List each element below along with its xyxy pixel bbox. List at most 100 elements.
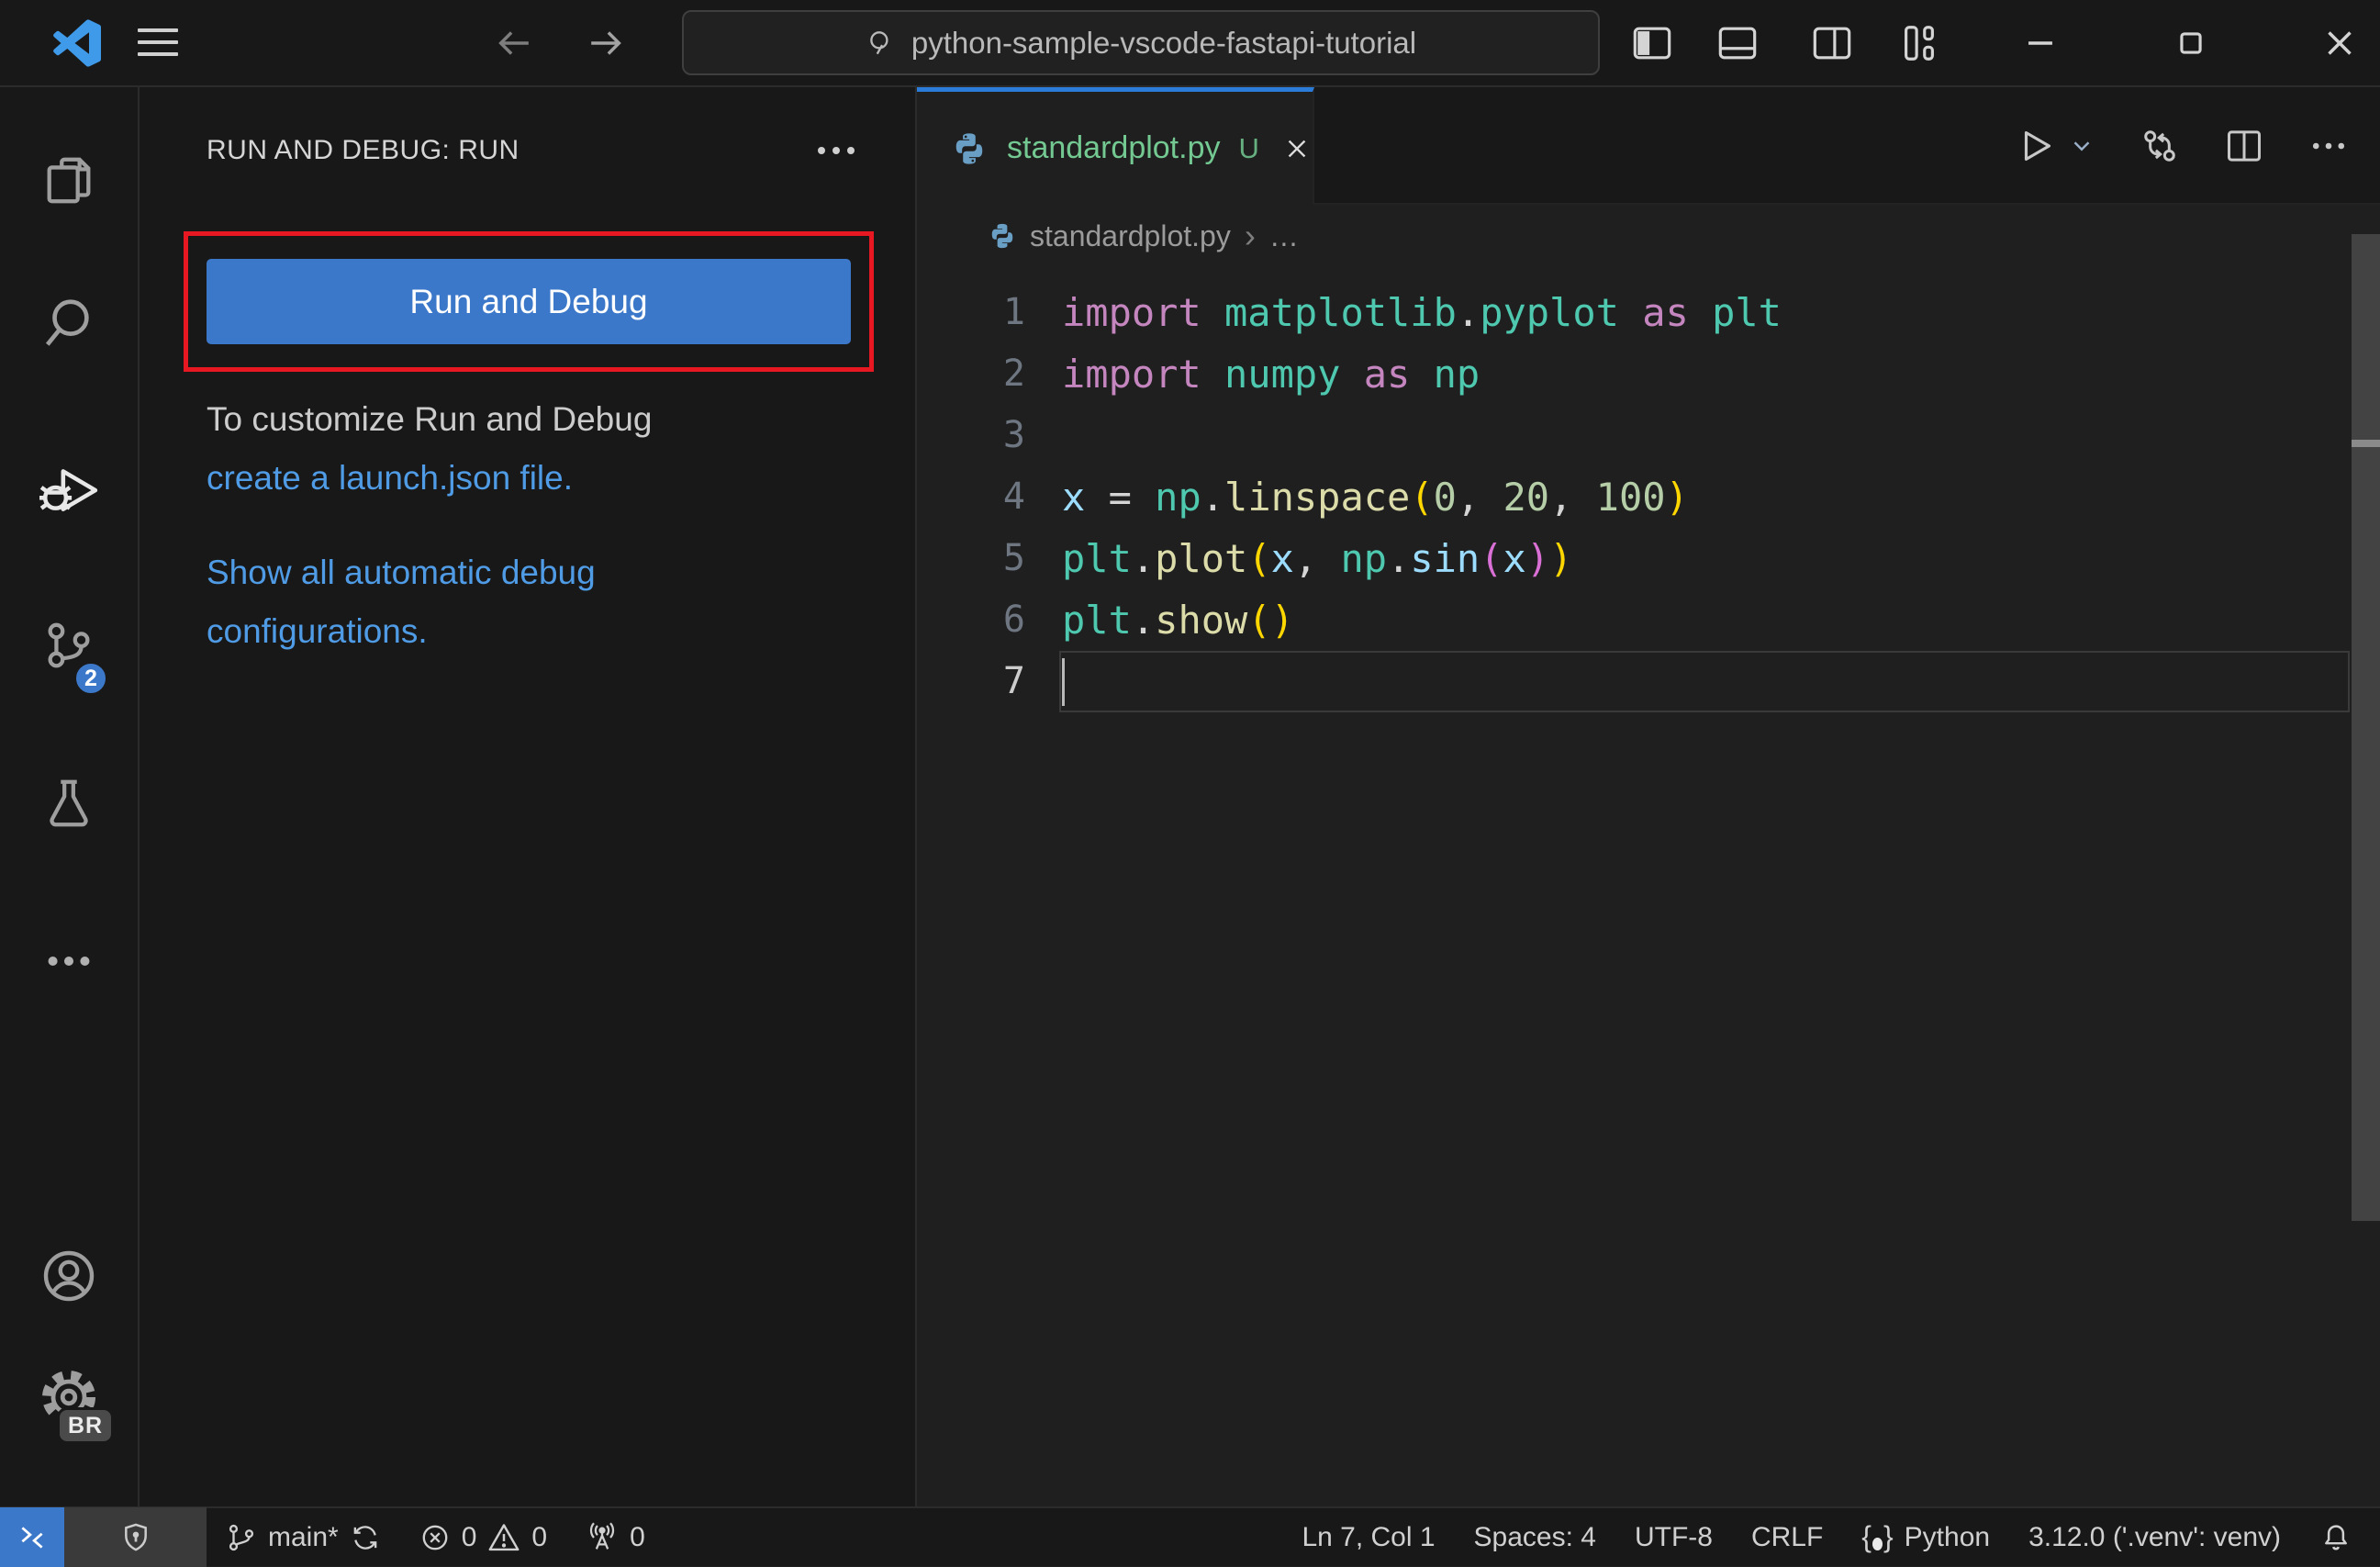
workspace-trust-button[interactable] xyxy=(64,1507,207,1567)
shield-icon xyxy=(119,1521,152,1554)
remote-icon xyxy=(17,1522,48,1553)
ellipsis-icon xyxy=(40,933,97,990)
code-lines[interactable]: import matplotlib.pyplot as plt import nu… xyxy=(1062,282,1782,712)
python-interpreter-status[interactable]: 3.12.0 ('.venv': venv) xyxy=(2009,1507,2300,1567)
source-control-badge: 2 xyxy=(73,661,108,696)
account-icon xyxy=(39,1247,98,1305)
code-line[interactable]: import numpy as np xyxy=(1062,343,1782,405)
code-line[interactable]: import matplotlib.pyplot as plt xyxy=(1062,282,1782,343)
scrollbar-cursor-marker xyxy=(2352,440,2380,447)
status-right-group: Ln 7, Col 1 Spaces: 4 UTF-8 CRLF {} Pyth… xyxy=(1282,1507,2380,1567)
editor-scrollbar[interactable] xyxy=(2352,234,2380,1221)
vscode-logo-icon xyxy=(53,19,101,67)
menu-hamburger-icon[interactable] xyxy=(138,28,178,64)
notifications-bell[interactable] xyxy=(2300,1507,2356,1567)
toggle-panel-icon[interactable] xyxy=(1713,18,1762,68)
warning-count: 0 xyxy=(531,1521,548,1552)
maximize-button[interactable] xyxy=(2166,18,2216,68)
sidebar-item-search[interactable] xyxy=(0,273,138,374)
run-and-debug-button[interactable]: Run and Debug xyxy=(207,259,851,344)
editor-gutter: 1 2 3 4 5 6 7 xyxy=(917,282,1025,712)
bell-icon xyxy=(2319,1521,2352,1554)
errors-icon xyxy=(419,1522,451,1553)
error-count: 0 xyxy=(461,1521,477,1552)
sidebar-item-testing[interactable] xyxy=(0,753,138,854)
python-file-icon xyxy=(989,222,1016,250)
command-center-search[interactable]: python-sample-vscode-fastapi-tutorial xyxy=(682,10,1600,75)
code-line[interactable]: plt.show() xyxy=(1062,589,1782,651)
branch-name: main* xyxy=(268,1521,339,1552)
git-branch-status[interactable]: main* xyxy=(207,1507,400,1567)
language-mode-status[interactable]: {} Python xyxy=(1842,1507,2009,1567)
forward-arrow-icon[interactable] xyxy=(585,22,627,64)
editor-more-actions-icon[interactable] xyxy=(2308,126,2349,166)
open-changes-icon[interactable] xyxy=(2140,126,2180,166)
line-number: 6 xyxy=(1002,599,1025,641)
activity-bar: 2 BR xyxy=(0,87,140,1506)
customize-layout-icon[interactable] xyxy=(1894,18,1944,68)
ports-status[interactable]: 0 xyxy=(566,1507,665,1567)
breadcrumb-symbol[interactable]: … xyxy=(1269,219,1299,253)
python-file-icon xyxy=(952,131,987,166)
files-icon xyxy=(40,151,97,208)
breadcrumb[interactable]: standardplot.py › … xyxy=(917,205,2380,267)
line-number: 3 xyxy=(1002,414,1025,456)
tab-close-icon[interactable] xyxy=(1283,135,1311,162)
eol-status[interactable]: CRLF xyxy=(1732,1507,1842,1567)
show-configs-text: Show all automatic debug configurations. xyxy=(207,543,867,661)
git-branch-icon xyxy=(226,1522,257,1553)
run-debug-icon xyxy=(39,458,99,519)
sidebar-item-explorer[interactable] xyxy=(0,129,138,230)
indentation-status[interactable]: Spaces: 4 xyxy=(1455,1507,1615,1567)
code-line[interactable] xyxy=(1062,651,1782,712)
settings-gear-button[interactable]: BR xyxy=(0,1347,138,1448)
code-line[interactable] xyxy=(1062,405,1782,466)
editor-toolbar xyxy=(2017,87,2349,205)
run-python-file-button[interactable] xyxy=(2017,127,2055,165)
sync-icon xyxy=(350,1522,381,1553)
tab-bar: standardplot.py U xyxy=(917,87,2380,205)
sidebar-item-run-debug[interactable] xyxy=(0,438,138,539)
sidebar-item-source-control[interactable]: 2 xyxy=(0,595,138,696)
close-window-button[interactable] xyxy=(2315,18,2364,68)
line-number: 4 xyxy=(1002,476,1025,518)
search-icon xyxy=(40,295,97,352)
status-bar: main* 0 0 0 Ln 7, Col 1 Spaces: 4 UTF-8 … xyxy=(0,1506,2380,1567)
radio-tower-icon xyxy=(586,1521,619,1554)
profile-badge: BR xyxy=(57,1407,114,1444)
ports-count: 0 xyxy=(630,1521,645,1552)
views-more-actions-icon[interactable] xyxy=(814,135,858,166)
remote-indicator[interactable] xyxy=(0,1507,64,1567)
tab-untracked-indicator: U xyxy=(1238,131,1259,164)
back-arrow-icon[interactable] xyxy=(493,22,535,64)
warnings-icon xyxy=(487,1521,520,1554)
line-number: 2 xyxy=(1002,353,1025,395)
line-number: 5 xyxy=(1002,537,1025,579)
show-debug-configs-link[interactable]: Show all automatic debug configurations. xyxy=(207,554,596,650)
tab-label: standardplot.py xyxy=(1007,130,1221,165)
toggle-secondary-sidebar-icon[interactable] xyxy=(1807,18,1857,68)
launch-json-link[interactable]: create a launch.json file. xyxy=(207,459,573,497)
beaker-icon xyxy=(40,775,97,832)
toggle-primary-sidebar-icon[interactable] xyxy=(1627,18,1677,68)
tab-standardplot[interactable]: standardplot.py U xyxy=(917,87,1314,205)
run-debug-sidebar: RUN AND DEBUG: RUN Run and Debug To cust… xyxy=(140,87,915,1506)
accounts-button[interactable] xyxy=(0,1226,138,1326)
code-line[interactable]: x = np.linspace(0, 20, 100) xyxy=(1062,466,1782,528)
line-number: 1 xyxy=(1002,291,1025,333)
braces-icon: {} xyxy=(1861,1520,1894,1553)
split-editor-icon[interactable] xyxy=(2224,126,2264,166)
text-cursor xyxy=(1062,658,1065,706)
breadcrumb-file[interactable]: standardplot.py xyxy=(1030,219,1231,253)
activity-more-actions[interactable] xyxy=(0,911,138,1012)
cursor-position-status[interactable]: Ln 7, Col 1 xyxy=(1282,1507,1454,1567)
encoding-status[interactable]: UTF-8 xyxy=(1615,1507,1732,1567)
minimize-button[interactable] xyxy=(2016,18,2065,68)
customize-hint-text: To customize Run and Debug create a laun… xyxy=(207,400,653,497)
sidebar-title: RUN AND DEBUG: RUN xyxy=(207,135,520,165)
title-bar: python-sample-vscode-fastapi-tutorial xyxy=(0,0,2380,87)
run-dropdown-chevron-icon[interactable] xyxy=(2068,132,2095,160)
problems-status[interactable]: 0 0 xyxy=(400,1507,566,1567)
breadcrumb-chevron-icon: › xyxy=(1244,217,1256,254)
code-line[interactable]: plt.plot(x, np.sin(x)) xyxy=(1062,528,1782,589)
